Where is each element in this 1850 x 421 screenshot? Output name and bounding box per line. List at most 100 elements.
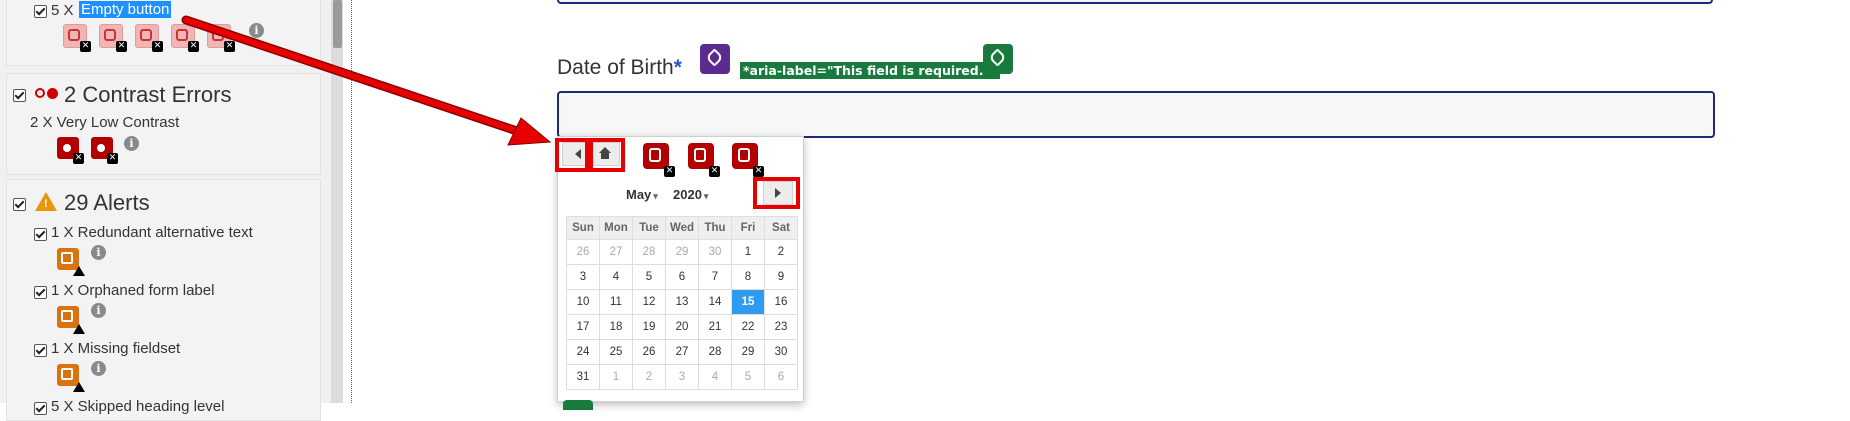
contrast-error-icon[interactable]: ✕ (91, 137, 118, 164)
calendar-day[interactable]: 27 (599, 239, 633, 265)
calendar-day[interactable]: 29 (665, 239, 699, 265)
year-select[interactable]: 2020 ▾ (673, 187, 708, 202)
calendar-day[interactable]: 5 (632, 264, 666, 290)
very-low-contrast-label: 2 X Very Low Contrast (30, 114, 180, 131)
calendar-day[interactable]: 16 (764, 289, 798, 315)
calendar-day[interactable]: 21 (698, 314, 732, 340)
calendar-week-row: 24 25 26 27 28 29 30 (566, 339, 798, 365)
alerts-title: 29 Alerts (64, 190, 150, 215)
empty-button-group: 5 X Empty button ✕ ✕ ✕ ✕ ✕ i (6, 0, 321, 66)
empty-button-error-icon[interactable]: ✕ (643, 143, 675, 177)
calendar-day[interactable]: 9 (764, 264, 798, 290)
empty-button-error-icon[interactable]: ✕ (688, 143, 720, 177)
annotation-arrow-head (507, 117, 552, 146)
calendar-week-row: 17 18 19 20 21 22 23 (566, 314, 798, 340)
calendar-day[interactable]: 2 (764, 239, 798, 265)
year-select-value: 2020 (673, 187, 702, 202)
calendar-day[interactable]: 12 (632, 289, 666, 315)
calendar-day[interactable]: 22 (731, 314, 765, 340)
calendar-day[interactable]: 17 (566, 314, 600, 340)
calendar-day[interactable]: 26 (632, 339, 666, 365)
calendar-week-row: 26 27 28 29 30 1 2 (566, 239, 798, 265)
calendar-day[interactable]: 29 (731, 339, 765, 365)
weekday-header: Mon (599, 216, 633, 240)
calendar-day[interactable]: 6 (665, 264, 699, 290)
previous-input-field[interactable] (557, 0, 1713, 4)
chevron-down-icon: ▾ (653, 191, 658, 201)
contrast-errors-title: 2 Contrast Errors (64, 82, 232, 107)
home-highlight-box (585, 138, 625, 172)
info-icon[interactable]: i (91, 245, 106, 260)
contrast-checkbox[interactable] (13, 89, 26, 102)
calendar-day[interactable]: 1 (599, 364, 633, 390)
calendar-day[interactable]: 1 (731, 239, 765, 265)
alert-item-label: 5 X Skipped heading level (51, 398, 225, 415)
empty-button-error-icon[interactable]: ✕ (99, 24, 127, 52)
calendar-day[interactable]: 4 (599, 264, 633, 290)
calendar-day[interactable]: 3 (566, 264, 600, 290)
orphaned-label-alert-icon[interactable] (57, 306, 85, 334)
alert-item-checkbox[interactable] (34, 228, 47, 241)
label-tag-icon[interactable] (700, 44, 730, 74)
aria-tag-icon[interactable] (983, 44, 1013, 74)
calendar-day[interactable]: 13 (665, 289, 699, 315)
calendar-day[interactable]: 11 (599, 289, 633, 315)
calendar-day[interactable]: 30 (698, 239, 732, 265)
alert-item-checkbox[interactable] (34, 344, 47, 357)
panel-divider (351, 0, 352, 403)
calendar-week-row: 10 11 12 13 14 15 16 (566, 289, 798, 315)
empty-button-error-icon[interactable]: ✕ (135, 24, 163, 52)
info-icon[interactable]: i (91, 361, 106, 376)
calendar-day[interactable]: 30 (764, 339, 798, 365)
calendar-day[interactable]: 19 (632, 314, 666, 340)
dob-input[interactable] (557, 91, 1715, 138)
contrast-error-icon[interactable]: ✕ (57, 137, 84, 164)
empty-button-error-icon[interactable]: ✕ (207, 24, 235, 52)
calendar-day[interactable]: 28 (698, 339, 732, 365)
calendar-day[interactable]: 5 (731, 364, 765, 390)
missing-fieldset-alert-icon[interactable] (57, 364, 85, 392)
alert-triangle-mark-icon: ! (44, 198, 48, 210)
contrast-circles-icon (35, 87, 61, 101)
empty-button-error-icon[interactable]: ✕ (63, 24, 91, 52)
empty-button-label[interactable]: Empty button (79, 1, 172, 18)
redundant-alt-alert-icon[interactable] (57, 248, 85, 276)
info-icon[interactable]: i (124, 136, 139, 151)
alerts-checkbox[interactable] (13, 198, 26, 211)
alert-item-checkbox[interactable] (34, 402, 47, 415)
alert-item-checkbox[interactable] (34, 286, 47, 299)
calendar-day[interactable]: 3 (665, 364, 699, 390)
calendar-day[interactable]: 20 (665, 314, 699, 340)
calendar-day[interactable]: 18 (599, 314, 633, 340)
calendar-day[interactable]: 6 (764, 364, 798, 390)
calendar-day[interactable]: 4 (698, 364, 732, 390)
calendar-day[interactable]: 25 (599, 339, 633, 365)
calendar-day[interactable]: 28 (632, 239, 666, 265)
contrast-group: 2 Contrast Errors 2 X Very Low Contrast … (6, 73, 321, 175)
calendar-day[interactable]: 14 (698, 289, 732, 315)
empty-button-error-icon[interactable]: ✕ (732, 143, 764, 177)
info-icon[interactable]: i (91, 303, 106, 318)
weekday-header: Sun (566, 216, 600, 240)
calendar-day[interactable]: 23 (764, 314, 798, 340)
sidebar-scrollbar-thumb[interactable] (333, 0, 342, 48)
calendar-day[interactable]: 31 (566, 364, 600, 390)
next-field-icon[interactable] (563, 400, 593, 410)
month-select[interactable]: May ▾ (626, 187, 658, 202)
empty-button-checkbox[interactable] (34, 5, 47, 18)
calendar-day-selected[interactable]: 15 (731, 289, 765, 315)
datepicker-popup: ✕ ✕ ✕ May ▾ 2020 ▾ Sun Mon Tue Wed Thu Fri Sat 2… (555, 136, 804, 402)
alerts-group: ! 29 Alerts 1 X Redundant alternative te… (6, 179, 321, 421)
calendar-day[interactable]: 8 (731, 264, 765, 290)
empty-button-error-icon[interactable]: ✕ (171, 24, 199, 52)
calendar-day[interactable]: 24 (566, 339, 600, 365)
sidebar-scrollbar[interactable] (331, 0, 343, 403)
dob-label-text: Date of Birth (557, 56, 674, 79)
calendar-day[interactable]: 2 (632, 364, 666, 390)
calendar-day[interactable]: 10 (566, 289, 600, 315)
info-icon[interactable]: i (249, 23, 264, 38)
calendar-day[interactable]: 26 (566, 239, 600, 265)
wave-sidebar: 5 X Empty button ✕ ✕ ✕ ✕ ✕ i 2 Contrast Erro… (0, 0, 342, 421)
calendar-day[interactable]: 7 (698, 264, 732, 290)
calendar-day[interactable]: 27 (665, 339, 699, 365)
